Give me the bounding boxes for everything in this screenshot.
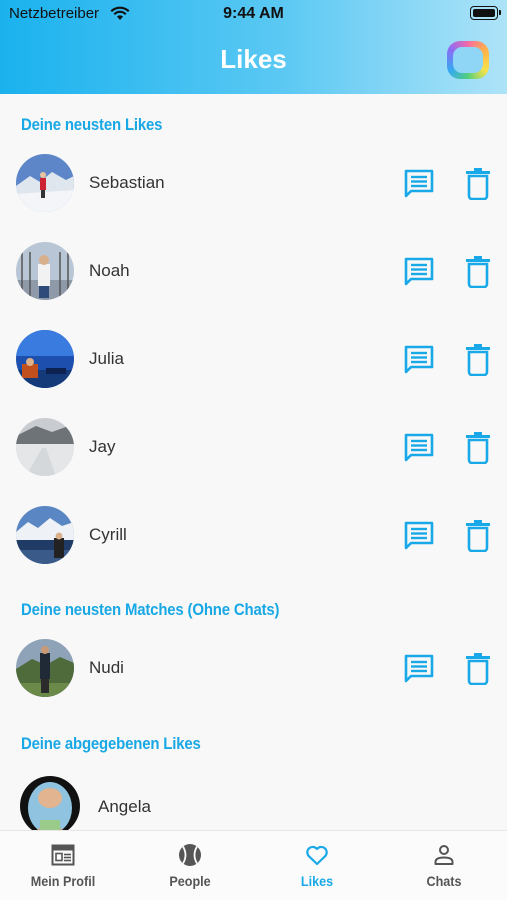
list-item[interactable]: Sebastian (0, 154, 507, 242)
battery-icon (470, 6, 501, 20)
contact-name: Julia (89, 349, 124, 368)
chat-icon[interactable] (403, 520, 435, 552)
avatar (16, 330, 74, 388)
tab-label: People (169, 873, 211, 889)
list-item[interactable]: Julia (0, 330, 507, 418)
avatar (16, 242, 74, 300)
avatar (20, 776, 80, 830)
avatar (16, 639, 74, 697)
section-title-newest-matches: Deine neusten Matches (Ohne Chats) (21, 600, 280, 619)
chat-icon[interactable] (403, 256, 435, 288)
person-icon (434, 845, 454, 865)
avatar (16, 506, 74, 564)
contact-name: Nudi (89, 658, 124, 677)
tab-chats[interactable]: Chats (381, 831, 507, 900)
status-bar: Netzbetreiber 9:44 AM (0, 0, 507, 28)
tab-bar: Mein Profil People Likes Chats (0, 830, 507, 900)
trash-icon[interactable] (466, 520, 490, 552)
tab-people[interactable]: People (127, 831, 253, 900)
heart-icon (306, 845, 328, 866)
section-title-newest-likes: Deine neusten Likes (21, 115, 163, 134)
chat-icon[interactable] (403, 344, 435, 376)
list-item[interactable]: Noah (0, 242, 507, 330)
chat-icon[interactable] (403, 168, 435, 200)
ball-icon (179, 844, 201, 866)
avatar (16, 418, 74, 476)
clock: 9:44 AM (223, 5, 284, 22)
avatar (16, 154, 74, 212)
section-title-given-likes: Deine abgegebenen Likes (21, 734, 201, 753)
trash-icon[interactable] (466, 344, 490, 376)
tab-likes[interactable]: Likes (254, 831, 380, 900)
tab-label: Mein Profil (30, 873, 96, 889)
chat-icon[interactable] (403, 653, 435, 685)
trash-icon[interactable] (466, 653, 490, 685)
chat-icon[interactable] (403, 432, 435, 464)
contact-name: Sebastian (89, 173, 165, 192)
profile-card-icon (51, 844, 75, 866)
contact-name: Noah (89, 261, 130, 280)
list-item[interactable]: Nudi (0, 639, 507, 727)
list-item[interactable]: Cyrill (0, 506, 507, 594)
contact-name: Cyrill (89, 525, 127, 544)
trash-icon[interactable] (466, 168, 490, 200)
contact-name: Angela (98, 797, 151, 816)
likes-list: Deine neusten Likes Sebastian Noah Julia… (0, 94, 507, 830)
tab-label: Chats (426, 873, 462, 889)
contact-name: Jay (89, 437, 116, 456)
tab-label: Likes (300, 873, 334, 889)
app-logo-icon[interactable] (447, 41, 489, 79)
list-item[interactable]: Jay (0, 418, 507, 506)
page-title: Likes (220, 44, 287, 74)
tab-mein-profil[interactable]: Mein Profil (0, 831, 126, 900)
trash-icon[interactable] (466, 432, 490, 464)
trash-icon[interactable] (466, 256, 490, 288)
list-item[interactable]: Angela (0, 776, 507, 830)
app-header: Netzbetreiber 9:44 AM Likes (0, 0, 507, 94)
